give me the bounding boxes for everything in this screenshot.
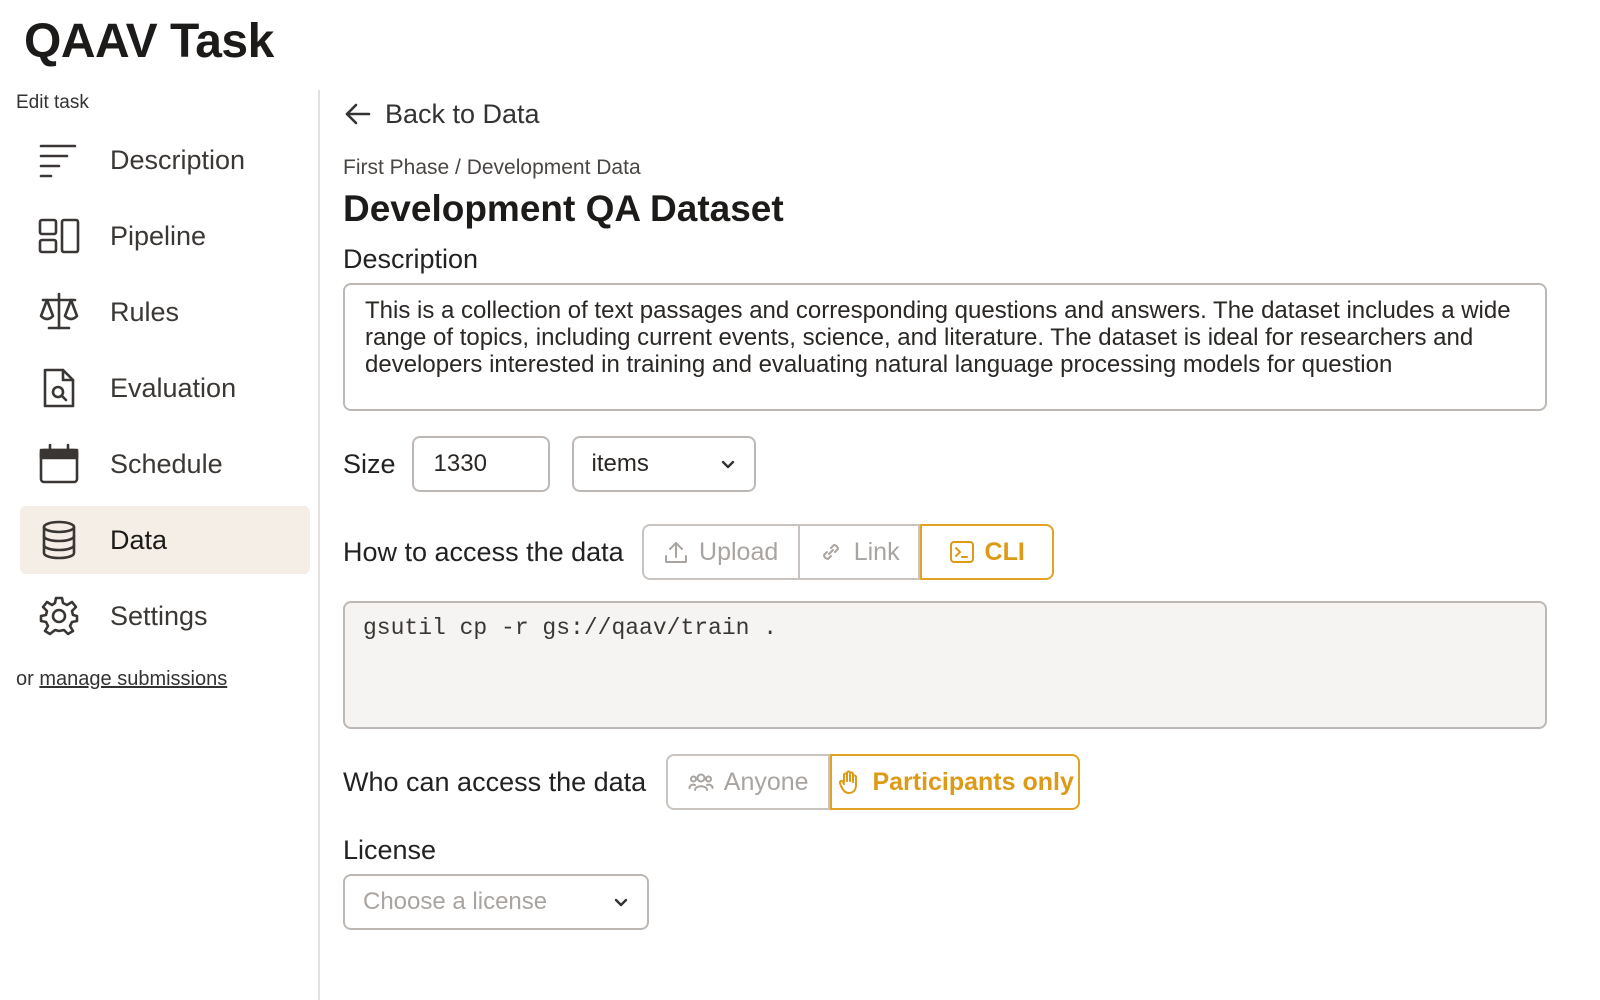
back-label: Back to Data bbox=[385, 98, 540, 129]
sidebar-item-data[interactable]: Data bbox=[20, 506, 310, 574]
chevron-down-icon bbox=[614, 898, 628, 907]
manage-submissions-link[interactable]: manage submissions bbox=[39, 668, 227, 690]
text-lines-icon bbox=[36, 137, 82, 183]
access-cli-button[interactable]: CLI bbox=[919, 524, 1054, 580]
description-label: Description bbox=[343, 244, 479, 274]
sidebar-item-label: Schedule bbox=[110, 448, 223, 479]
who-option-label: Anyone bbox=[723, 767, 809, 796]
who-access-toggle: Anyone Participants only bbox=[666, 754, 1081, 810]
manage-prefix: or bbox=[16, 668, 34, 690]
sidebar-item-rules[interactable]: Rules bbox=[20, 278, 310, 346]
size-unit-value: items bbox=[591, 450, 649, 477]
access-option-label: Upload bbox=[699, 537, 779, 566]
sidebar-item-label: Rules bbox=[110, 296, 180, 327]
sidebar-item-description[interactable]: Description bbox=[20, 126, 310, 194]
sidebar-item-settings[interactable]: Settings bbox=[20, 582, 310, 650]
main-content: Back to Data First Phase / Development D… bbox=[343, 90, 1583, 930]
document-search-icon bbox=[36, 365, 82, 411]
upload-icon bbox=[665, 542, 688, 563]
page-title: Development QA Dataset bbox=[343, 188, 784, 229]
users-icon bbox=[688, 773, 714, 791]
chevron-down-icon bbox=[721, 460, 734, 469]
hand-icon bbox=[839, 770, 858, 794]
sidebar-item-evaluation[interactable]: Evaluation bbox=[20, 354, 310, 422]
sidebar-item-label: Data bbox=[110, 524, 168, 555]
scale-icon bbox=[36, 289, 82, 335]
app-title: QAAV Task bbox=[24, 15, 274, 68]
cli-command-box[interactable]: gsutil cp -r gs://qaav/train . bbox=[343, 601, 1547, 729]
size-input[interactable] bbox=[411, 436, 550, 492]
sidebar-section-label: Edit task bbox=[16, 92, 89, 113]
access-anyone-button[interactable]: Anyone bbox=[666, 754, 831, 810]
arrow-left-icon bbox=[345, 103, 371, 125]
sidebar-item-pipeline[interactable]: Pipeline bbox=[20, 202, 310, 270]
access-upload-button[interactable]: Upload bbox=[641, 524, 800, 580]
sidebar-item-label: Pipeline bbox=[110, 220, 207, 251]
size-row: Size items bbox=[343, 435, 1583, 493]
license-placeholder: Choose a license bbox=[363, 888, 548, 915]
manage-submissions-line: or manage submissions bbox=[16, 668, 227, 691]
size-label: Size bbox=[343, 448, 396, 479]
access-method-toggle: Upload Link CLI bbox=[641, 524, 1054, 580]
license-select[interactable]: Choose a license bbox=[343, 874, 649, 930]
who-option-label: Participants only bbox=[872, 767, 1074, 796]
sidebar-item-label: Evaluation bbox=[110, 372, 237, 403]
description-textarea[interactable]: This is a collection of text passages an… bbox=[343, 283, 1547, 411]
access-participants-button[interactable]: Participants only bbox=[830, 754, 1081, 810]
sidebar-item-schedule[interactable]: Schedule bbox=[20, 430, 310, 498]
back-to-data-link[interactable]: Back to Data bbox=[343, 96, 1583, 132]
size-unit-select[interactable]: items bbox=[571, 436, 756, 492]
access-option-label: Link bbox=[853, 537, 900, 566]
access-link-button[interactable]: Link bbox=[799, 524, 920, 580]
calendar-icon bbox=[36, 441, 82, 487]
breadcrumb: First Phase / Development Data bbox=[343, 156, 641, 179]
access-method-row: How to access the data Upload Link CLI bbox=[343, 523, 1583, 581]
layout-blocks-icon bbox=[36, 213, 82, 259]
access-option-label: CLI bbox=[984, 537, 1025, 566]
sidebar-nav: Description Pipeline Rules Evaluation Sc… bbox=[20, 126, 310, 658]
sidebar: Edit task Description Pipeline Rules Eva… bbox=[0, 90, 320, 1000]
access-method-label: How to access the data bbox=[343, 536, 624, 567]
gear-icon bbox=[36, 593, 82, 639]
sidebar-item-label: Description bbox=[110, 144, 246, 175]
database-icon bbox=[36, 517, 82, 563]
who-access-row: Who can access the data Anyone Participa… bbox=[343, 753, 1583, 811]
link-icon bbox=[822, 544, 839, 560]
sidebar-item-label: Settings bbox=[110, 600, 208, 631]
license-label: License bbox=[343, 835, 437, 865]
terminal-icon bbox=[949, 541, 974, 563]
who-access-label: Who can access the data bbox=[343, 766, 647, 797]
